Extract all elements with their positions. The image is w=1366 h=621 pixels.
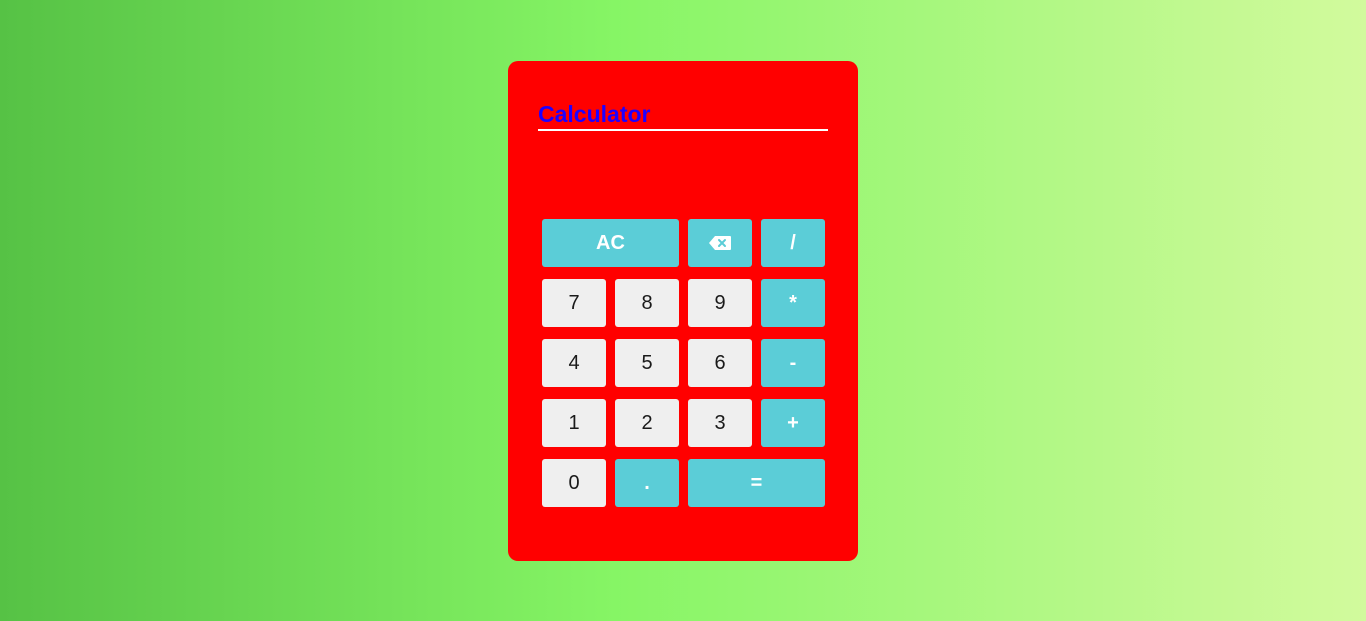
digit-5-button[interactable]: 5 [615,339,679,387]
title-divider [538,129,828,131]
minus-button[interactable]: - [761,339,825,387]
digit-3-button[interactable]: 3 [688,399,752,447]
calculator-title: Calculator [538,101,651,127]
digit-2-button[interactable]: 2 [615,399,679,447]
multiply-button[interactable]: * [761,279,825,327]
backspace-button[interactable] [688,219,752,267]
calculator-display [538,141,828,211]
digit-0-button[interactable]: 0 [542,459,606,507]
backspace-icon [708,235,732,251]
divide-button[interactable]: / [761,219,825,267]
calculator-panel: Calculator AC / 7 8 9 * 4 5 6 - 1 2 3 + … [508,61,858,561]
plus-button[interactable]: + [761,399,825,447]
digit-8-button[interactable]: 8 [615,279,679,327]
digit-1-button[interactable]: 1 [542,399,606,447]
keypad: AC / 7 8 9 * 4 5 6 - 1 2 3 + 0 . = [542,219,825,507]
clear-button[interactable]: AC [542,219,679,267]
digit-6-button[interactable]: 6 [688,339,752,387]
digit-4-button[interactable]: 4 [542,339,606,387]
decimal-button[interactable]: . [615,459,679,507]
digit-9-button[interactable]: 9 [688,279,752,327]
digit-7-button[interactable]: 7 [542,279,606,327]
equals-button[interactable]: = [688,459,825,507]
